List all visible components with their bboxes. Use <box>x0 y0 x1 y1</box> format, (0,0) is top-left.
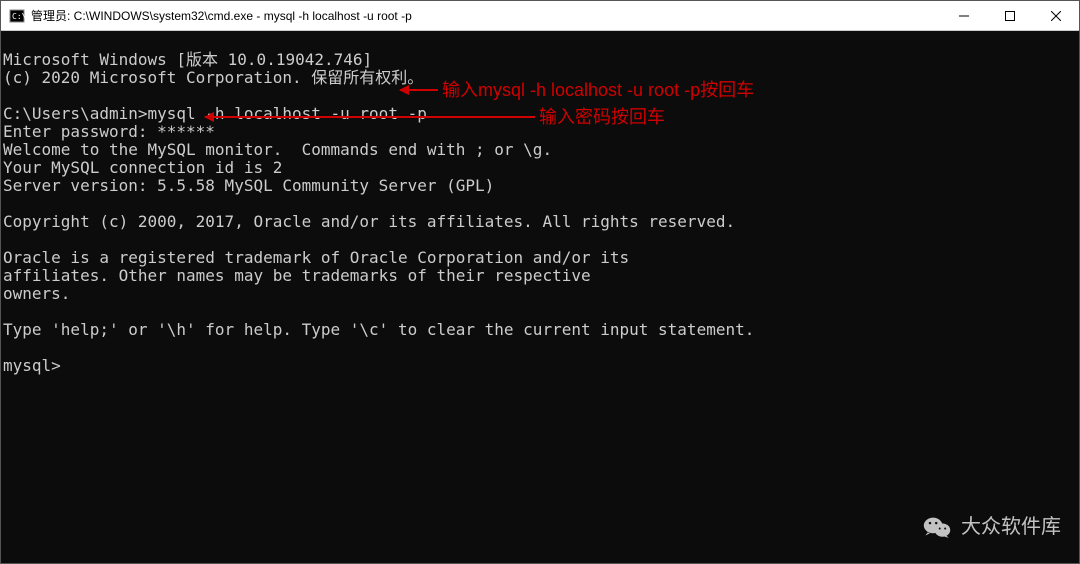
annotation-text: 输入密码按回车 <box>539 108 665 126</box>
titlebar[interactable]: C:\ 管理员: C:\WINDOWS\system32\cmd.exe - m… <box>1 1 1079 31</box>
terminal-line: (c) 2020 Microsoft Corporation. 保留所有权利。 <box>3 68 423 87</box>
terminal-line: affiliates. Other names may be trademark… <box>3 266 591 285</box>
cmd-icon: C:\ <box>9 8 25 24</box>
minimize-button[interactable] <box>941 1 987 30</box>
terminal-line: Oracle is a registered trademark of Orac… <box>3 248 629 267</box>
wechat-icon <box>923 515 951 539</box>
terminal-line: Your MySQL connection id is 2 <box>3 158 282 177</box>
terminal-body[interactable]: Microsoft Windows [版本 10.0.19042.746] (c… <box>1 31 1079 563</box>
terminal-line: C:\Users\admin>mysql -h localhost -u roo… <box>3 104 427 123</box>
window-title: 管理员: C:\WINDOWS\system32\cmd.exe - mysql… <box>31 7 941 24</box>
arrow-icon <box>400 89 438 91</box>
terminal-line: Server version: 5.5.58 MySQL Community S… <box>3 176 494 195</box>
terminal-line: owners. <box>3 284 70 303</box>
window-controls <box>941 1 1079 30</box>
terminal-prompt: mysql> <box>3 356 61 375</box>
terminal-line: Copyright (c) 2000, 2017, Oracle and/or … <box>3 212 735 231</box>
svg-text:C:\: C:\ <box>12 12 25 21</box>
terminal-line: Type 'help;' or '\h' for help. Type '\c'… <box>3 320 754 339</box>
watermark-text: 大众软件库 <box>961 518 1061 536</box>
annotation-text: 输入mysql -h localhost -u root -p按回车 <box>442 81 754 99</box>
watermark: 大众软件库 <box>923 515 1061 539</box>
terminal-line: Enter password: ****** <box>3 122 215 141</box>
maximize-button[interactable] <box>987 1 1033 30</box>
terminal-line: Welcome to the MySQL monitor. Commands e… <box>3 140 552 159</box>
close-button[interactable] <box>1033 1 1079 30</box>
terminal-line: Microsoft Windows [版本 10.0.19042.746] <box>3 50 372 69</box>
cmd-window: C:\ 管理员: C:\WINDOWS\system32\cmd.exe - m… <box>0 0 1080 564</box>
annotation-command: 输入mysql -h localhost -u root -p按回车 <box>400 81 754 99</box>
